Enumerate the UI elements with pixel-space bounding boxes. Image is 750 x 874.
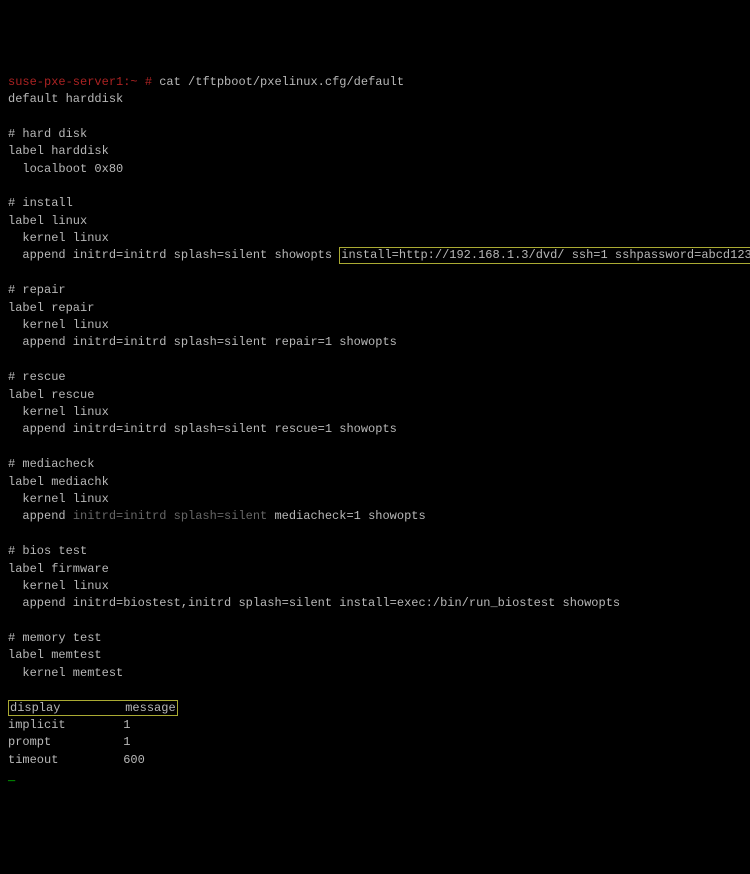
- display-highlight: display message: [8, 700, 178, 716]
- timeout-line: timeout 600: [8, 753, 145, 767]
- rescue-kernel: kernel linux: [8, 405, 109, 419]
- prompt-opt-line: prompt 1: [8, 735, 130, 749]
- implicit-key: implicit: [8, 718, 123, 732]
- bios-label: label firmware: [8, 562, 109, 576]
- rescue-append: append initrd=initrd splash=silent rescu…: [8, 422, 397, 436]
- mediacheck-kernel: kernel linux: [8, 492, 109, 506]
- default-line: default harddisk: [8, 92, 123, 106]
- prompt-line: suse-pxe-server1:~ # cat /tftpboot/pxeli…: [8, 75, 404, 89]
- implicit-val: 1: [123, 718, 130, 732]
- mediacheck-append-faded: initrd=initrd splash=silent: [73, 509, 267, 523]
- mediacheck-append-line: append initrd=initrd splash=silent media…: [8, 509, 426, 523]
- bios-kernel: kernel linux: [8, 579, 109, 593]
- implicit-line: implicit 1: [8, 718, 130, 732]
- memtest-kernel: kernel memtest: [8, 666, 123, 680]
- rescue-comment: # rescue: [8, 370, 66, 384]
- harddisk-comment: # hard disk: [8, 127, 87, 141]
- repair-comment: # repair: [8, 283, 66, 297]
- display-key: display: [10, 701, 60, 715]
- display-line: display message: [8, 701, 178, 715]
- repair-kernel: kernel linux: [8, 318, 109, 332]
- repair-label: label repair: [8, 301, 94, 315]
- repair-append: append initrd=initrd splash=silent repai…: [8, 335, 397, 349]
- memtest-comment: # memory test: [8, 631, 102, 645]
- install-append-highlight: install=http://192.168.1.3/dvd/ ssh=1 ss…: [339, 247, 750, 263]
- mediacheck-append-post: mediacheck=1 showopts: [267, 509, 425, 523]
- rescue-label: label rescue: [8, 388, 94, 402]
- terminal-output: suse-pxe-server1:~ # cat /tftpboot/pxeli…: [8, 74, 742, 787]
- harddisk-label: label harddisk: [8, 144, 109, 158]
- prompt-opt-key: prompt: [8, 735, 123, 749]
- install-append-prefix: append initrd=initrd splash=silent showo…: [8, 248, 339, 262]
- bios-comment: # bios test: [8, 544, 87, 558]
- mediacheck-comment: # mediacheck: [8, 457, 94, 471]
- timeout-val: 600: [123, 753, 145, 767]
- timeout-key: timeout: [8, 753, 123, 767]
- install-append-line: append initrd=initrd splash=silent showo…: [8, 248, 750, 262]
- mediacheck-append-pre: append: [8, 509, 73, 523]
- memtest-label: label memtest: [8, 648, 102, 662]
- install-kernel: kernel linux: [8, 231, 109, 245]
- harddisk-localboot: localboot 0x80: [8, 162, 123, 176]
- command-text: cat /tftpboot/pxelinux.cfg/default: [159, 75, 404, 89]
- cursor[interactable]: _: [8, 770, 15, 784]
- mediacheck-label: label mediachk: [8, 475, 109, 489]
- display-val: message: [125, 701, 175, 715]
- prompt-host: suse-pxe-server1:~: [8, 75, 138, 89]
- prompt-opt-val: 1: [123, 735, 130, 749]
- install-comment: # install: [8, 196, 73, 210]
- bios-append: append initrd=biostest,initrd splash=sil…: [8, 596, 620, 610]
- install-label: label linux: [8, 214, 87, 228]
- prompt-symbol: #: [138, 75, 160, 89]
